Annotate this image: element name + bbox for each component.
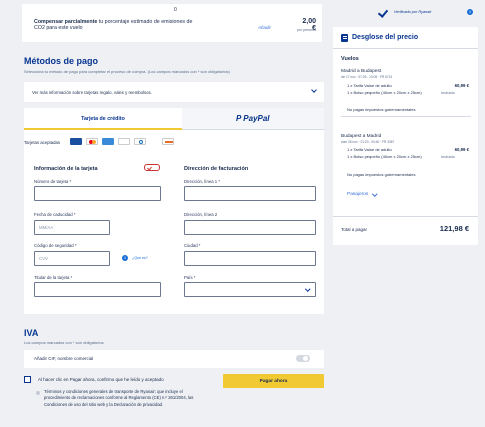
per-person-label: por persona <box>296 28 316 32</box>
vat-subtitle: Los campos marcados con * son obligatori… <box>24 340 104 345</box>
info-icon[interactable]: i <box>122 255 128 261</box>
accepted-cards-label: Tarjetas aceptadas <box>24 140 61 145</box>
payment-form-card: Tarjeta de crédito P PayPal Tarjetas ace… <box>24 108 324 314</box>
total-label: Total a pagar <box>341 227 368 232</box>
passengers-toggle[interactable]: Pasajeros <box>347 190 387 199</box>
address-line2-label: Dirección, línea 2 <box>184 212 218 217</box>
fare-line: 1 x Tarifa Value de adulto <box>347 147 392 152</box>
expiry-input[interactable]: MM/AA <box>34 220 110 235</box>
co2-description: Compensar parcialmente tu porcentaje est… <box>34 19 193 32</box>
cvv-input[interactable]: CVV <box>34 251 110 266</box>
add-cif-label: Añadir CIF, nombre comercial <box>34 356 94 361</box>
divider <box>341 116 471 117</box>
leg-route: Madrid a Budapest <box>341 69 382 74</box>
bag-line: 1 x Bolso pequeño (40cm x 20cm x 25cm) <box>347 154 422 159</box>
whats-this-link[interactable]: ¿Qué es? <box>132 256 148 260</box>
payment-methods-title: Métodos de pago <box>24 56 98 66</box>
leg-meta: vie 17 nov · 07:25 - 10:05 · FR 6713 <box>341 75 393 79</box>
chevron-down-icon <box>305 286 311 292</box>
visa-secure-logo-icon <box>144 164 160 171</box>
amex-card-icon <box>102 138 114 145</box>
payment-methods-subtitle: Selecciona tu método de pago para comple… <box>24 69 230 74</box>
leg-route: Budapest a Madrid <box>341 134 382 139</box>
address-line1-label: Dirección, línea 1 * <box>184 179 221 184</box>
fare-price: 60,99 € <box>454 147 469 152</box>
card-number-input[interactable] <box>34 186 161 201</box>
address-line2-input[interactable] <box>184 220 316 235</box>
divider <box>333 48 478 49</box>
consent-section: Al hacer clic en Pagar ahora, confirmo q… <box>24 374 324 424</box>
card-number-label: Número de tarjeta * <box>34 179 72 184</box>
pay-now-label: Pagar ahora <box>259 378 288 384</box>
co2-offset-card: 0 Compensar parcialmente tu porcentaje e… <box>22 4 322 42</box>
country-label: País * <box>184 275 196 280</box>
fare-price: 60,99 € <box>454 83 469 88</box>
vat-toggle-row: Añadir CIF, nombre comercial <box>24 350 324 368</box>
diners-card-icon <box>134 138 146 145</box>
co2-counter: 0 <box>174 7 177 13</box>
card-info-heading: Información de la tarjeta <box>34 166 98 172</box>
cvv-label: Código de seguridad * <box>34 243 77 248</box>
bag-price: Incluido <box>441 154 455 159</box>
add-offset-link[interactable]: Añadir <box>258 25 271 30</box>
taxes-note: No pagas impuestos gubernamentales <box>347 172 416 177</box>
paypal-logo-icon: P PayPal <box>236 114 270 123</box>
chevron-down-icon <box>372 190 378 196</box>
chevron-down-icon <box>311 87 317 93</box>
pay-now-button[interactable]: Pagar ahora <box>223 374 324 388</box>
consent-checkbox[interactable] <box>24 376 31 383</box>
cardholder-input[interactable] <box>34 282 161 297</box>
cardholder-label: Titular de la tarjeta * <box>34 275 73 280</box>
jcb-card-icon <box>162 138 174 145</box>
leg-meta: dom 26 nov · 21:20 - 00:40 · FR 3367 <box>341 140 395 144</box>
consent-text: Al hacer clic en Pagar ahora, confirmo q… <box>38 377 164 382</box>
breakdown-title: Desglose del precio <box>352 34 419 41</box>
gift-card-info-text: Ver más información sobre tarjetas regal… <box>32 90 152 95</box>
tab-credit-card[interactable]: Tarjeta de crédito <box>24 108 182 130</box>
city-input[interactable] <box>184 251 316 266</box>
gift-card-info-toggle[interactable]: Ver más información sobre tarjetas regal… <box>24 82 324 102</box>
price-breakdown-card: Desglose del precio Vuelos Madrid a Buda… <box>333 27 478 245</box>
country-select[interactable] <box>184 282 316 297</box>
total-value: 121,98 € <box>439 224 469 233</box>
tab-credit-card-label: Tarjeta de crédito <box>81 116 125 122</box>
address-line1-input[interactable] <box>184 186 316 201</box>
terms-text[interactable]: Términos y condiciones generales de tran… <box>44 389 194 408</box>
add-cif-toggle[interactable] <box>296 355 310 362</box>
bullet-icon <box>36 391 40 395</box>
verified-label: Verificado por Ryanair <box>394 10 432 14</box>
info-circle-icon[interactable]: i <box>467 9 473 15</box>
tab-paypal[interactable]: P PayPal <box>182 108 324 130</box>
passengers-label: Pasajeros <box>347 192 369 197</box>
billing-heading: Dirección de facturación <box>184 166 249 172</box>
flights-heading: Vuelos <box>341 56 359 62</box>
cvv-placeholder: CVV <box>39 256 48 261</box>
vat-title: IVA <box>24 328 39 338</box>
taxes-note: No pagas impuestos gubernamentales <box>347 107 416 112</box>
visa-card-icon <box>70 138 82 145</box>
verified-check-icon <box>377 7 389 18</box>
expiry-label: Fecha de caducidad * <box>34 212 76 217</box>
mastercard-icon <box>86 138 98 145</box>
uatp-card-icon <box>118 138 130 145</box>
city-label: Ciudad * <box>184 243 201 248</box>
divider <box>333 216 478 217</box>
receipt-icon <box>341 34 348 42</box>
expiry-placeholder: MM/AA <box>39 225 54 230</box>
bag-price: Incluido <box>441 90 455 95</box>
fare-line: 1 x Tarifa Value de adulto <box>347 83 392 88</box>
bag-line: 1 x Bolso pequeño (40cm x 20cm x 25cm) <box>347 90 422 95</box>
